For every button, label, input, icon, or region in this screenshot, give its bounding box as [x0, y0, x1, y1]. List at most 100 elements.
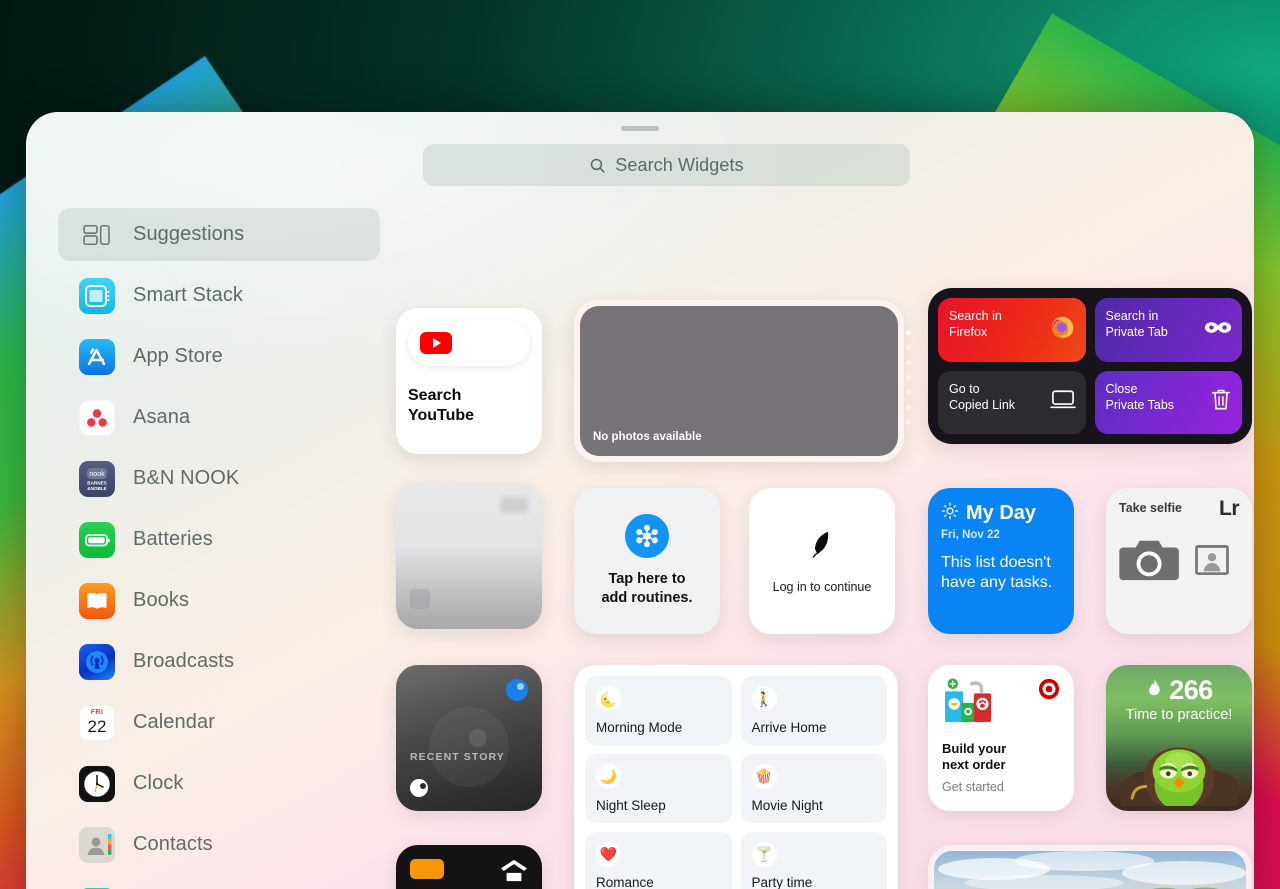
portrait-icon[interactable]	[1195, 544, 1229, 580]
search-input-placeholder[interactable]: Search Widgets	[615, 155, 743, 176]
shortcut-label: Morning Mode	[596, 719, 683, 735]
calendar-icon: FRI 22	[79, 704, 115, 741]
duolingo-message: Time to practice!	[1125, 707, 1233, 723]
sidebar-item-books[interactable]: Books	[54, 570, 394, 631]
story-avatar-placeholder	[429, 707, 509, 787]
widget-preview-area: Search YouTube No photos available Searc	[394, 200, 1254, 889]
batteries-icon	[79, 521, 115, 558]
sidebar-item-asana[interactable]: Asana	[54, 387, 394, 448]
sidebar-item-broadcasts[interactable]: Broadcasts	[54, 631, 394, 692]
contacts-icon	[79, 826, 115, 863]
lightroom-actions	[1119, 536, 1239, 589]
zillow-header	[410, 859, 528, 888]
shortcut-tile[interactable]: 🌜 Morning Mode	[585, 676, 732, 745]
calendar-icon-weekday: FRI	[90, 708, 104, 716]
sidebar-item-contacts[interactable]: Contacts	[54, 814, 394, 875]
widget-robinhood-login[interactable]: Log in to continue	[749, 488, 895, 634]
firefox-tile-private-search[interactable]: Search in Private Tab	[1094, 298, 1242, 362]
sidebar-item-smart-stack[interactable]: Smart Stack	[54, 265, 394, 326]
widget-lightroom-selfie[interactable]: Take selfie Lr	[1106, 488, 1252, 634]
shortcut-tile[interactable]: ❤️ Romance	[585, 831, 732, 889]
target-bullseye-icon	[1038, 678, 1060, 705]
firefox-logo-icon	[1049, 314, 1076, 346]
sidebar-item-label: Books	[133, 589, 190, 611]
app-store-icon	[79, 338, 115, 375]
camera-icon[interactable]	[1119, 536, 1183, 589]
duolingo-streak-count: 266	[1169, 675, 1213, 705]
private-mask-icon	[1204, 320, 1232, 339]
sidebar-item-app-store[interactable]: App Store	[54, 326, 394, 387]
sheet-grabber-handle[interactable]	[621, 126, 659, 131]
page-dot[interactable]	[906, 330, 911, 335]
sidebar-item-calendar[interactable]: FRI 22 Calendar	[54, 692, 394, 753]
page-dot[interactable]	[906, 360, 911, 365]
widget-category-sidebar[interactable]: Suggestions Smart Stack App Store Asana …	[54, 204, 394, 889]
widget-recent-story[interactable]: RECENT STORY	[396, 665, 542, 811]
sidebar-item-fitness-partial[interactable]	[54, 875, 394, 889]
sidebar-item-batteries[interactable]: Batteries	[54, 509, 394, 570]
placeholder-square-shape	[410, 589, 430, 609]
shortcut-tile[interactable]: 🍸 Party time	[740, 831, 887, 889]
sidebar-item-label: Clock	[133, 772, 184, 794]
page-dot[interactable]	[906, 345, 911, 350]
story-badge-icon	[506, 679, 528, 701]
svg-text:BARNES: BARNES	[87, 480, 106, 485]
widget-page-indicator[interactable]	[906, 330, 911, 425]
target-subtitle: Get started	[942, 779, 1004, 794]
trash-icon	[1210, 388, 1232, 417]
shortcut-tile[interactable]: 🌙 Night Sleep	[585, 753, 732, 823]
moon-stars-icon: 🌙	[596, 763, 621, 789]
grocery-products-icon	[942, 678, 998, 729]
target-header	[942, 678, 1060, 729]
widget-robinhood-label: Log in to continue	[772, 579, 872, 594]
firefox-tile-copied-link[interactable]: Go to Copied Link	[938, 370, 1086, 434]
search-widgets-bar[interactable]: Search Widgets	[423, 144, 910, 186]
widget-routines[interactable]: Tap here to add routines.	[574, 488, 720, 634]
shortcut-label: Night Sleep	[596, 797, 666, 813]
my-day-date: Fri, Nov 22	[941, 529, 1000, 541]
shortcut-label: Romance	[596, 875, 654, 889]
page-dot[interactable]	[906, 390, 911, 395]
widget-landscape-photo[interactable]	[928, 845, 1252, 889]
widget-target-order[interactable]: Build your next order Get started	[928, 665, 1074, 811]
photos-empty-canvas: No photos available	[580, 306, 898, 456]
shortcut-tile[interactable]: 🚶 Arrive Home	[740, 676, 887, 745]
sidebar-item-label: Suggestions	[133, 223, 245, 245]
widget-gallery-panel: Search Widgets Suggestions Smart Stack A…	[26, 112, 1254, 889]
widget-photos[interactable]: No photos available	[574, 300, 904, 462]
shortcut-label: Party time	[751, 875, 813, 889]
popcorn-icon: 🍿	[751, 763, 777, 789]
heart-icon: ❤️	[596, 841, 621, 867]
page-dot[interactable]	[906, 420, 911, 425]
my-day-empty-message: This list doesn't have any tasks.	[941, 554, 1053, 592]
widget-zillow-listing[interactable]	[396, 845, 542, 889]
widget-youtube-search[interactable]: Search YouTube	[396, 308, 542, 454]
page-dot[interactable]	[906, 375, 911, 380]
widget-duolingo-streak[interactable]: 266 Time to practice!	[1106, 665, 1252, 811]
shortcut-tile[interactable]: 🍿 Movie Night	[740, 753, 887, 823]
photos-empty-caption: No photos available	[593, 431, 702, 443]
sidebar-item-label: Contacts	[133, 833, 213, 855]
widget-my-day[interactable]: My Day Fri, Nov 22 This list doesn't hav…	[928, 488, 1074, 634]
clock-icon	[79, 765, 115, 802]
firefox-tile-close-private-tabs[interactable]: Close Private Tabs	[1094, 370, 1242, 434]
sidebar-item-label: Smart Stack	[133, 284, 244, 306]
widget-firefox-shortcuts[interactable]: Search in Firefox Search in Private Tab	[928, 288, 1252, 444]
svg-text:&NOBLE: &NOBLE	[87, 486, 106, 491]
sidebar-item-suggestions[interactable]: Suggestions	[54, 204, 394, 265]
sidebar-item-label: Asana	[133, 406, 191, 428]
story-indicator-icon	[410, 779, 428, 797]
my-day-header: My Day	[941, 502, 1061, 525]
sidebar-item-bn-nook[interactable]: nook BARNES &NOBLE B&N NOOK	[54, 448, 394, 509]
widget-youtube-title: Search YouTube	[408, 387, 475, 424]
widget-blank-placeholder[interactable]	[396, 483, 542, 629]
page-dot[interactable]	[906, 405, 911, 410]
zillow-badge-chip	[410, 859, 444, 879]
widget-shortcuts-grid[interactable]: 🌜 Morning Mode 🚶 Arrive Home 🌙 Night Sle…	[574, 665, 898, 889]
sidebar-item-clock[interactable]: Clock	[54, 753, 394, 814]
shortcut-label: Arrive Home	[751, 719, 827, 735]
routines-node-icon	[625, 514, 669, 559]
books-icon	[79, 582, 115, 619]
duolingo-streak-row: 266	[1114, 675, 1244, 706]
firefox-tile-search[interactable]: Search in Firefox	[938, 298, 1086, 362]
